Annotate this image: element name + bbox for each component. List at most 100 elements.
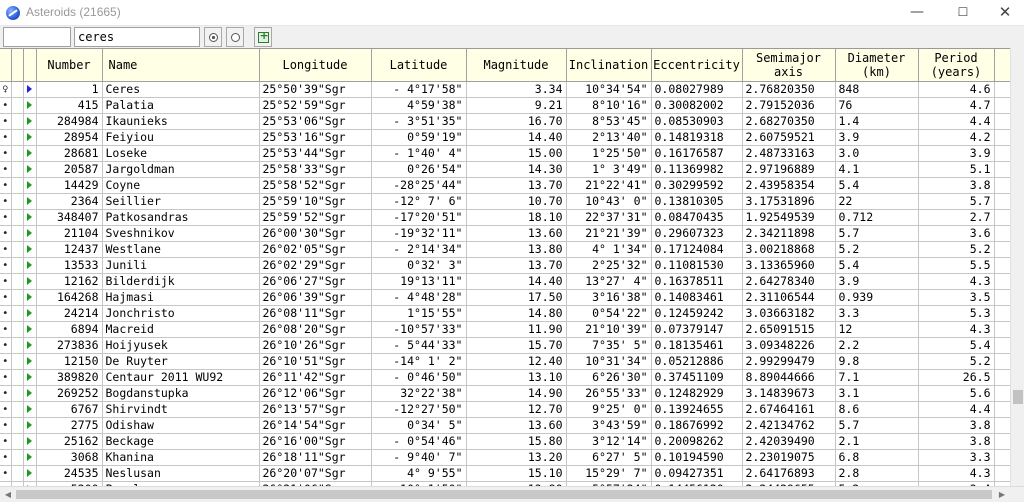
maximize-button[interactable]: ☐ xyxy=(940,0,986,26)
row-dot-icon: • xyxy=(0,337,12,354)
cell-period: 4.3 xyxy=(918,321,995,338)
table-row[interactable]: • 164268 Hajmasi 26°06'39"Sgr - 4°48'28" 17.5… xyxy=(0,289,1010,306)
cell-number: 3068 xyxy=(36,449,103,466)
row-marker xyxy=(11,273,24,290)
add-column-button[interactable] xyxy=(254,27,272,47)
row-selector[interactable] xyxy=(23,337,37,354)
table-row[interactable]: • 3068 Khanina 26°18'11"Sgr - 9°40' 7" 13.20 6… xyxy=(0,449,1010,466)
cell-inclination: 2°25'32" xyxy=(566,257,652,274)
row-selector[interactable] xyxy=(23,353,37,370)
row-selector[interactable] xyxy=(23,465,37,482)
scroll-right-arrow-icon[interactable]: ▶ xyxy=(996,489,1008,501)
header-blank xyxy=(994,49,1010,82)
row-selector[interactable] xyxy=(23,449,37,466)
row-dot-icon: • xyxy=(0,289,12,306)
row-selector[interactable] xyxy=(23,113,37,130)
row-selector[interactable] xyxy=(23,273,37,290)
table-row[interactable]: • 389820 Centaur 2011 WU92 26°11'42"Sgr - 0°… xyxy=(0,369,1010,386)
table-row[interactable]: • 12150 De Ruyter 26°10'51"Sgr -14° 1' 2" 12.… xyxy=(0,353,1010,370)
row-arrow-icon xyxy=(27,132,32,141)
table-row[interactable]: • 6894 Macreid 26°08'20"Sgr -10°57'33" 11.90 2… xyxy=(0,321,1010,338)
table-row[interactable]: • 284984 Ikaunieks 25°53'06"Sgr - 3°51'35" 16… xyxy=(0,113,1010,130)
row-dot-icon: • xyxy=(0,193,12,210)
table-row[interactable]: • 24535 Neslusan 26°20'07"Sgr 4° 9'55" 15.10 1… xyxy=(0,465,1010,482)
cell-eccentricity: 0.08530903 xyxy=(651,113,743,130)
header-latitude[interactable]: Latitude xyxy=(371,49,467,82)
table-row[interactable]: • 12162 Bilderdijk 26°06'27"Sgr 19°13'11" 14.… xyxy=(0,273,1010,290)
row-selector[interactable] xyxy=(23,97,37,114)
cell-inclination: 7°35' 5" xyxy=(566,337,652,354)
cell-period: 4.4 xyxy=(918,113,995,130)
row-arrow-icon xyxy=(27,420,32,429)
header-name[interactable]: Name xyxy=(102,49,260,82)
table-row[interactable]: • 25162 Beckage 26°16'00"Sgr - 0°54'46" 15.80… xyxy=(0,433,1010,450)
search-input[interactable] xyxy=(74,27,200,47)
close-button[interactable]: ✕ xyxy=(986,0,1024,26)
cell-semimajor: 3.03663182 xyxy=(742,305,836,322)
table-row[interactable]: • 6767 Shirvindt 26°13'57"Sgr -12°27'50" 12.7… xyxy=(0,401,1010,418)
search-prev-button[interactable] xyxy=(204,27,222,47)
number-filter-input[interactable] xyxy=(3,27,71,47)
table-row[interactable]: • 28681 Loseke 25°53'44"Sgr - 1°40' 4" 15.00 1… xyxy=(0,145,1010,162)
row-selector[interactable] xyxy=(23,193,37,210)
table-row[interactable]: • 13533 Junili 26°02'29"Sgr 0°32' 3" 13.70 2°2… xyxy=(0,257,1010,274)
vertical-scroll-thumb[interactable] xyxy=(1013,390,1023,404)
search-next-button[interactable] xyxy=(226,27,244,47)
row-selector[interactable] xyxy=(23,417,37,434)
table-row[interactable]: • 269252 Bogdanstupka 26°12'06"Sgr 32°22'38"… xyxy=(0,385,1010,402)
row-filler xyxy=(994,465,1010,482)
row-selector[interactable] xyxy=(23,433,37,450)
header-longitude[interactable]: Longitude xyxy=(259,49,372,82)
table-row[interactable]: • 21104 Sveshnikov 26°00'30"Sgr -19°32'11" 13… xyxy=(0,225,1010,242)
cell-semimajor: 2.31106544 xyxy=(742,289,836,306)
row-selector[interactable] xyxy=(23,161,37,178)
table-row[interactable]: • 415 Palatia 25°52'59"Sgr 4°59'38" 9.21 8°10'… xyxy=(0,97,1010,114)
row-selector[interactable] xyxy=(23,129,37,146)
row-selector[interactable] xyxy=(23,289,37,306)
row-selector[interactable] xyxy=(23,369,37,386)
minimize-button[interactable]: — xyxy=(894,0,940,26)
cell-inclination: 4° 1'34" xyxy=(566,241,652,258)
cell-longitude: 26°10'26"Sgr xyxy=(259,337,372,354)
row-selector[interactable] xyxy=(23,81,37,98)
row-selector[interactable] xyxy=(23,225,37,242)
cell-longitude: 26°08'11"Sgr xyxy=(259,305,372,322)
header-period[interactable]: Period (years) xyxy=(918,49,995,82)
table-row[interactable]: • 14429 Coyne 25°58'52"Sgr -28°25'44" 13.70 21… xyxy=(0,177,1010,194)
table-row[interactable]: • 12437 Westlane 26°02'05"Sgr - 2°14'34" 13.8… xyxy=(0,241,1010,258)
row-selector[interactable] xyxy=(23,305,37,322)
asteroid-table[interactable]: Number Name Longitude Latitude Magnitude… xyxy=(0,48,1010,486)
header-magnitude[interactable]: Magnitude xyxy=(466,49,567,82)
row-selector[interactable] xyxy=(23,209,37,226)
vertical-scrollbar[interactable] xyxy=(1010,48,1024,486)
row-selector[interactable] xyxy=(23,257,37,274)
header-number[interactable]: Number xyxy=(36,49,103,82)
header-semimajor[interactable]: Semimajor axis xyxy=(742,49,836,82)
header-diameter[interactable]: Diameter (km) xyxy=(835,49,919,82)
cell-name: Patkosandras xyxy=(102,209,260,226)
horizontal-scroll-thumb[interactable] xyxy=(16,490,992,499)
table-row[interactable]: • 2775 Odishaw 26°14'54"Sgr 0°34' 5" 13.60 3°4… xyxy=(0,417,1010,434)
scroll-left-arrow-icon[interactable]: ◀ xyxy=(2,489,14,501)
table-row[interactable]: • 24214 Jonchristo 26°08'11"Sgr 1°15'55" 14.8… xyxy=(0,305,1010,322)
table-row[interactable]: ♀ 1 Ceres 25°50'39"Sgr - 4°17'58" 3.34 10°34'5… xyxy=(0,81,1010,98)
cell-inclination: 3°12'14" xyxy=(566,433,652,450)
toolbar xyxy=(0,26,1024,48)
horizontal-scrollbar[interactable]: ◀ ▶ xyxy=(0,486,1024,502)
table-row[interactable]: • 273836 Hoijyusek 26°10'26"Sgr - 5°44'33" 15… xyxy=(0,337,1010,354)
header-inclination[interactable]: Inclination xyxy=(566,49,652,82)
header-eccentricity[interactable]: Eccentricity xyxy=(651,49,743,82)
row-selector[interactable] xyxy=(23,145,37,162)
row-selector[interactable] xyxy=(23,401,37,418)
table-row[interactable]: • 2364 Seillier 25°59'10"Sgr -12° 7' 6" 10.70… xyxy=(0,193,1010,210)
table-row[interactable]: • 28954 Feiyiou 25°53'16"Sgr 0°59'19" 14.40 2°… xyxy=(0,129,1010,146)
table-row[interactable]: • 20587 Jargoldman 25°58'33"Sgr 0°26'54" 14.3… xyxy=(0,161,1010,178)
cell-latitude: 32°22'38" xyxy=(371,385,467,402)
cell-diameter: 3.9 xyxy=(835,129,919,146)
row-selector[interactable] xyxy=(23,385,37,402)
row-selector[interactable] xyxy=(23,241,37,258)
cell-period: 5.4 xyxy=(918,337,995,354)
row-selector[interactable] xyxy=(23,321,37,338)
row-selector[interactable] xyxy=(23,177,37,194)
table-row[interactable]: • 348407 Patkosandras 25°59'52"Sgr -17°20'51… xyxy=(0,209,1010,226)
